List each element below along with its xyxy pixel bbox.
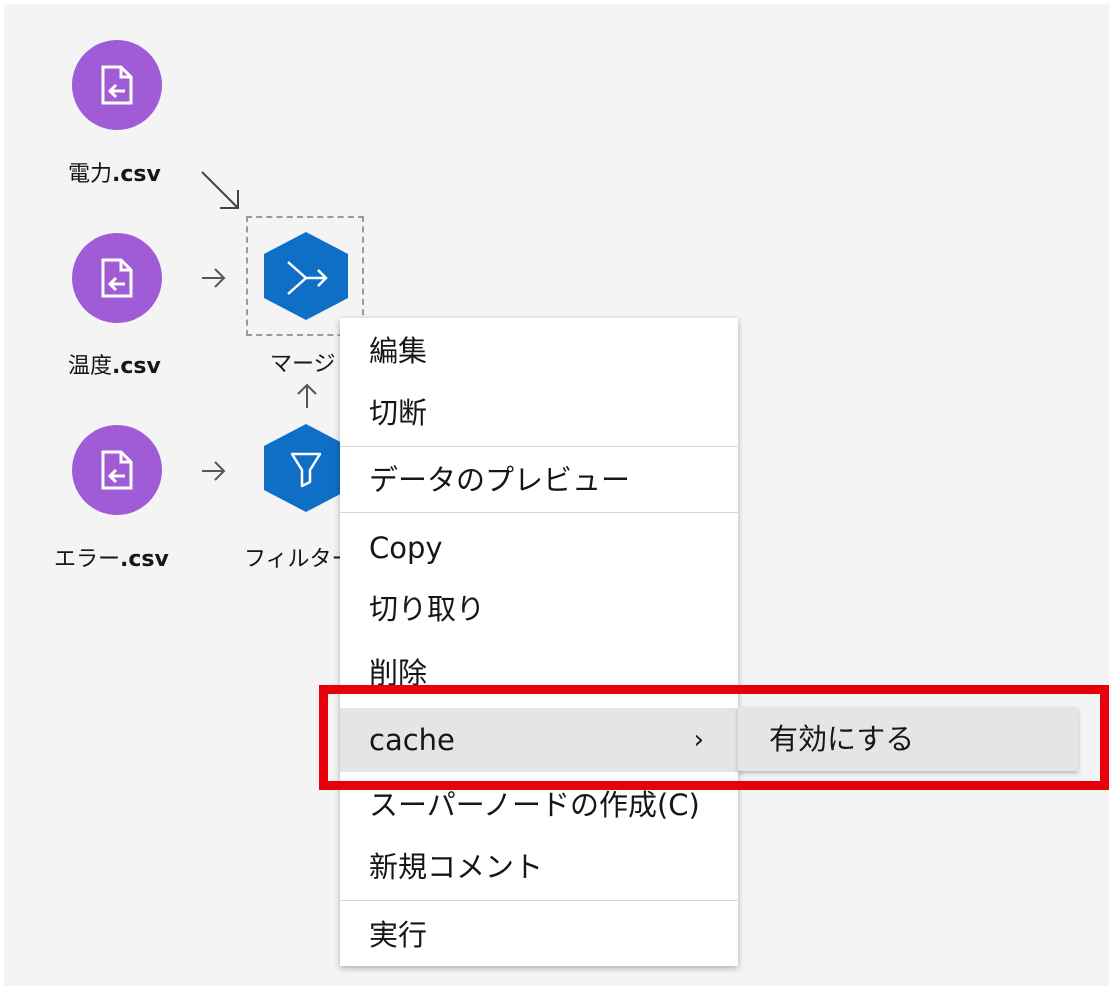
menu-item-disconnect[interactable]: 切断 — [340, 382, 738, 444]
node-label-merge: マージ — [270, 352, 336, 377]
menu-item-edit[interactable]: 編集 — [340, 320, 738, 382]
node-label-power: 電力 — [68, 162, 113, 187]
node-label-temp: 温度 — [68, 354, 113, 379]
connector-arrow-icon — [202, 461, 226, 481]
highlight-box — [319, 685, 1109, 790]
node-label-error: エラー — [54, 547, 121, 572]
menu-item-cut[interactable]: 切り取り — [340, 578, 738, 640]
node-label-ext: .csv — [112, 354, 161, 379]
menu-divider — [340, 512, 738, 513]
context-menu: 編集 切断 データのプレビュー Copy 切り取り 削除 cache › スーパ… — [340, 318, 738, 966]
connector-arrow-icon — [201, 171, 239, 209]
node-label-filter: フィルター — [244, 547, 354, 572]
file-import-icon[interactable] — [72, 40, 162, 130]
menu-divider — [340, 900, 738, 901]
file-import-icon[interactable] — [72, 233, 162, 323]
connector-arrow-icon — [297, 383, 317, 408]
filter-icon[interactable] — [262, 422, 350, 514]
merge-icon[interactable] — [262, 230, 350, 322]
menu-divider — [340, 446, 738, 447]
node-label-ext: .csv — [120, 547, 169, 572]
menu-item-copy[interactable]: Copy — [340, 517, 738, 579]
menu-item-new-comment[interactable]: 新規コメント — [340, 836, 738, 898]
node-label-ext: .csv — [112, 162, 161, 187]
menu-item-preview[interactable]: データのプレビュー — [340, 449, 738, 511]
connector-arrow-icon — [202, 268, 226, 288]
file-import-icon[interactable] — [72, 425, 162, 515]
menu-item-run[interactable]: 実行 — [340, 904, 738, 966]
